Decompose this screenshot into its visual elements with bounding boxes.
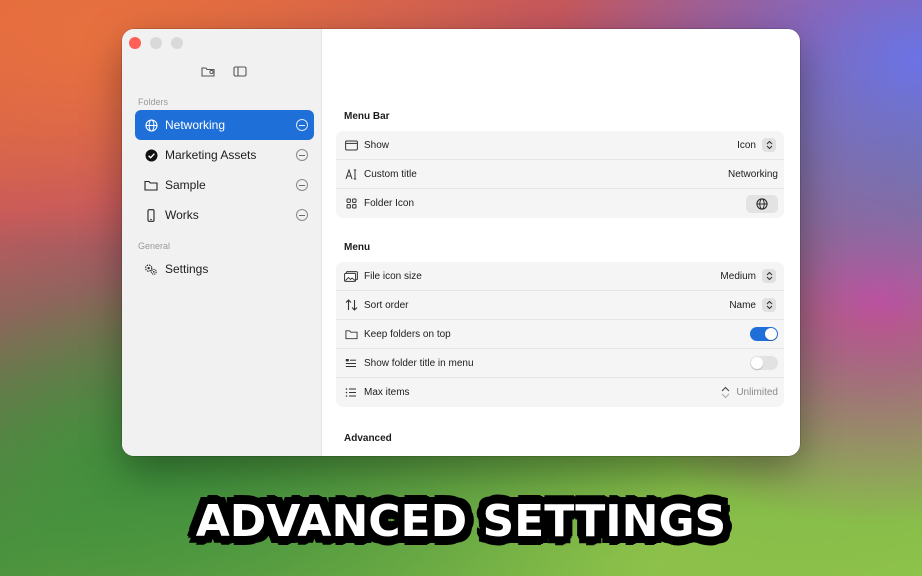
custom-title-value[interactable]: Networking xyxy=(728,169,778,180)
photo-icon xyxy=(344,269,358,283)
show-folder-title-row[interactable]: Show folder title in menu xyxy=(336,349,784,378)
advanced-section-title: Advanced xyxy=(344,433,392,444)
globe-icon xyxy=(144,118,158,132)
custom-title-row[interactable]: Custom title Networking xyxy=(336,160,784,189)
sort-order-popup-button[interactable] xyxy=(762,298,776,312)
menu-bar-group: Show Icon Custom title Networking Folder… xyxy=(336,131,784,218)
show-value: Icon xyxy=(737,139,756,151)
keep-folders-on-top-label: Keep folders on top xyxy=(364,328,451,340)
remove-folder-button[interactable] xyxy=(296,209,308,221)
max-items-label: Max items xyxy=(364,387,410,398)
sort-order-row[interactable]: Sort order Name xyxy=(336,291,784,320)
menu-section-title: Menu xyxy=(344,242,371,253)
general-section-label: General xyxy=(138,241,171,251)
sidebar-toggle-icon[interactable] xyxy=(231,64,249,78)
sidebar-item-settings[interactable]: Settings xyxy=(135,254,314,284)
globe-icon xyxy=(756,197,768,210)
sidebar-item-marketing-assets[interactable]: Marketing Assets xyxy=(135,140,314,170)
sort-arrows-icon xyxy=(344,298,358,312)
sidebar-item-sample[interactable]: Sample xyxy=(135,170,314,200)
checkmark-circle-icon xyxy=(144,148,158,162)
max-items-stepper[interactable] xyxy=(721,386,730,399)
folder-icon-label: Folder Icon xyxy=(364,198,415,209)
show-folder-title-toggle[interactable] xyxy=(750,356,778,370)
menu-title-icon xyxy=(344,356,358,370)
keep-folders-on-top-row[interactable]: Keep folders on top xyxy=(336,320,784,349)
chevron-up-icon xyxy=(721,386,730,392)
max-items-value[interactable]: Unlimited xyxy=(736,387,778,398)
max-items-row[interactable]: Max items Unlimited xyxy=(336,378,784,407)
list-icon xyxy=(344,386,358,400)
folder-icon xyxy=(344,327,358,341)
chevron-down-icon xyxy=(721,393,730,399)
sidebar-item-networking[interactable]: Networking xyxy=(135,110,314,140)
sidebar-item-label: Networking xyxy=(165,118,226,132)
sidebar-item-label: Settings xyxy=(165,262,209,276)
promo-headline: ADVANCED SETTINGS xyxy=(195,496,727,547)
grid-icon xyxy=(344,197,358,211)
remove-folder-button[interactable] xyxy=(296,179,308,191)
zoom-button[interactable] xyxy=(171,37,183,49)
remove-folder-button[interactable] xyxy=(296,119,308,131)
show-folder-title-label: Show folder title in menu xyxy=(364,357,474,369)
keep-folders-on-top-toggle[interactable] xyxy=(750,327,778,341)
window-controls xyxy=(129,37,183,49)
show-label: Show xyxy=(364,139,390,151)
close-button[interactable] xyxy=(129,37,141,49)
show-row[interactable]: Show Icon xyxy=(336,131,784,160)
sidebar-item-label: Marketing Assets xyxy=(165,148,257,162)
sidebar: Folders Networking Marketing Assets Samp… xyxy=(122,29,322,456)
file-icon-size-value: Medium xyxy=(720,270,756,282)
new-folder-icon[interactable] xyxy=(199,64,217,78)
sidebar-item-works[interactable]: Works xyxy=(135,200,314,230)
folders-section-label: Folders xyxy=(138,97,169,107)
sort-order-value: Name xyxy=(729,299,756,311)
file-icon-size-row[interactable]: File icon size Medium xyxy=(336,262,784,291)
minimize-button[interactable] xyxy=(150,37,162,49)
custom-title-label: Custom title xyxy=(364,168,417,180)
sidebar-item-label: Sample xyxy=(165,178,206,192)
sort-order-label: Sort order xyxy=(364,299,409,311)
folder-icon xyxy=(144,178,158,192)
app-window: Folders Networking Marketing Assets Samp… xyxy=(122,29,800,456)
phone-icon xyxy=(144,208,158,222)
menu-bar-section-title: Menu Bar xyxy=(344,111,390,122)
show-popup-button[interactable] xyxy=(762,138,776,152)
gears-icon xyxy=(144,262,158,276)
settings-pane: Menu Bar Show Icon Custom title Networki… xyxy=(322,29,800,456)
file-icon-size-label: File icon size xyxy=(364,270,422,282)
folder-icon-row[interactable]: Folder Icon xyxy=(336,189,784,218)
sidebar-item-label: Works xyxy=(165,208,199,222)
folder-icon-picker-button[interactable] xyxy=(746,194,778,213)
window-icon xyxy=(344,138,358,152)
text-cursor-icon xyxy=(344,167,358,181)
menu-group: File icon size Medium Sort order Name Ke… xyxy=(336,262,784,407)
remove-folder-button[interactable] xyxy=(296,149,308,161)
file-icon-size-popup-button[interactable] xyxy=(762,269,776,283)
